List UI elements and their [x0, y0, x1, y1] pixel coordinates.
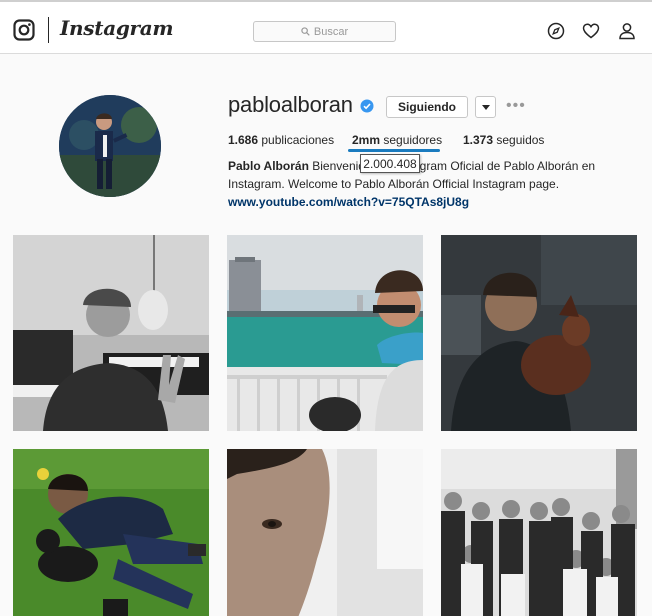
instagram-logo-icon[interactable]	[13, 19, 35, 41]
chevron-down-icon	[481, 104, 490, 110]
more-options-icon[interactable]: •••	[506, 98, 526, 114]
verified-badge-icon	[360, 99, 374, 113]
bio-link[interactable]: www.youtube.com/watch?v=75QTAs8jU8g	[228, 195, 469, 209]
posts-count: 1.686	[228, 133, 259, 147]
compass-icon[interactable]	[547, 22, 565, 40]
post-dark-dog[interactable]	[441, 235, 637, 431]
profile-bio: Pablo Alborán Bienvenidos al Instagram O…	[228, 157, 628, 211]
search-placeholder: Buscar	[313, 25, 349, 38]
followers-label: seguidores	[383, 133, 443, 147]
post-thumbnail-image	[441, 235, 637, 431]
instagram-wordmark[interactable]: Instagram	[60, 16, 174, 40]
following-stat[interactable]: 1.373 seguidos	[463, 133, 544, 147]
logo-divider	[48, 17, 49, 43]
post-group-photo[interactable]	[441, 449, 637, 616]
following-button[interactable]: Siguiendo	[386, 96, 468, 118]
profile-username: pabloalboran	[228, 92, 353, 117]
search-icon	[301, 27, 310, 36]
person-icon[interactable]	[618, 22, 636, 40]
post-thumbnail-image	[227, 235, 423, 431]
followers-count: 2mm	[352, 133, 381, 147]
profile-avatar[interactable]	[59, 95, 161, 197]
followers-stat[interactable]: 2mm seguidores	[352, 133, 442, 147]
post-thumbnail-image	[227, 449, 423, 616]
post-grass-dog[interactable]	[13, 449, 209, 616]
posts-label: publicaciones	[261, 133, 335, 147]
top-navigation-bar: Instagram Buscar	[0, 0, 652, 54]
post-harbor-selfie[interactable]	[227, 235, 423, 431]
suggestions-dropdown-button[interactable]	[475, 96, 496, 118]
post-closeup-face[interactable]	[227, 449, 423, 616]
post-thumbnail-image	[13, 235, 209, 431]
search-input[interactable]: Buscar	[253, 21, 396, 42]
bio-full-name: Pablo Alborán	[228, 159, 309, 173]
following-count: 1.373	[463, 133, 494, 147]
post-thumbnail-image	[441, 449, 637, 616]
followers-tooltip: 2.000.408	[360, 154, 420, 173]
post-thumbnail-image	[13, 449, 209, 616]
followers-highlight-underline	[348, 149, 440, 152]
heart-icon[interactable]	[582, 22, 600, 40]
post-piano-selfie[interactable]	[13, 235, 209, 431]
posts-stat: 1.686 publicaciones	[228, 133, 334, 147]
following-label: seguidos	[496, 133, 545, 147]
